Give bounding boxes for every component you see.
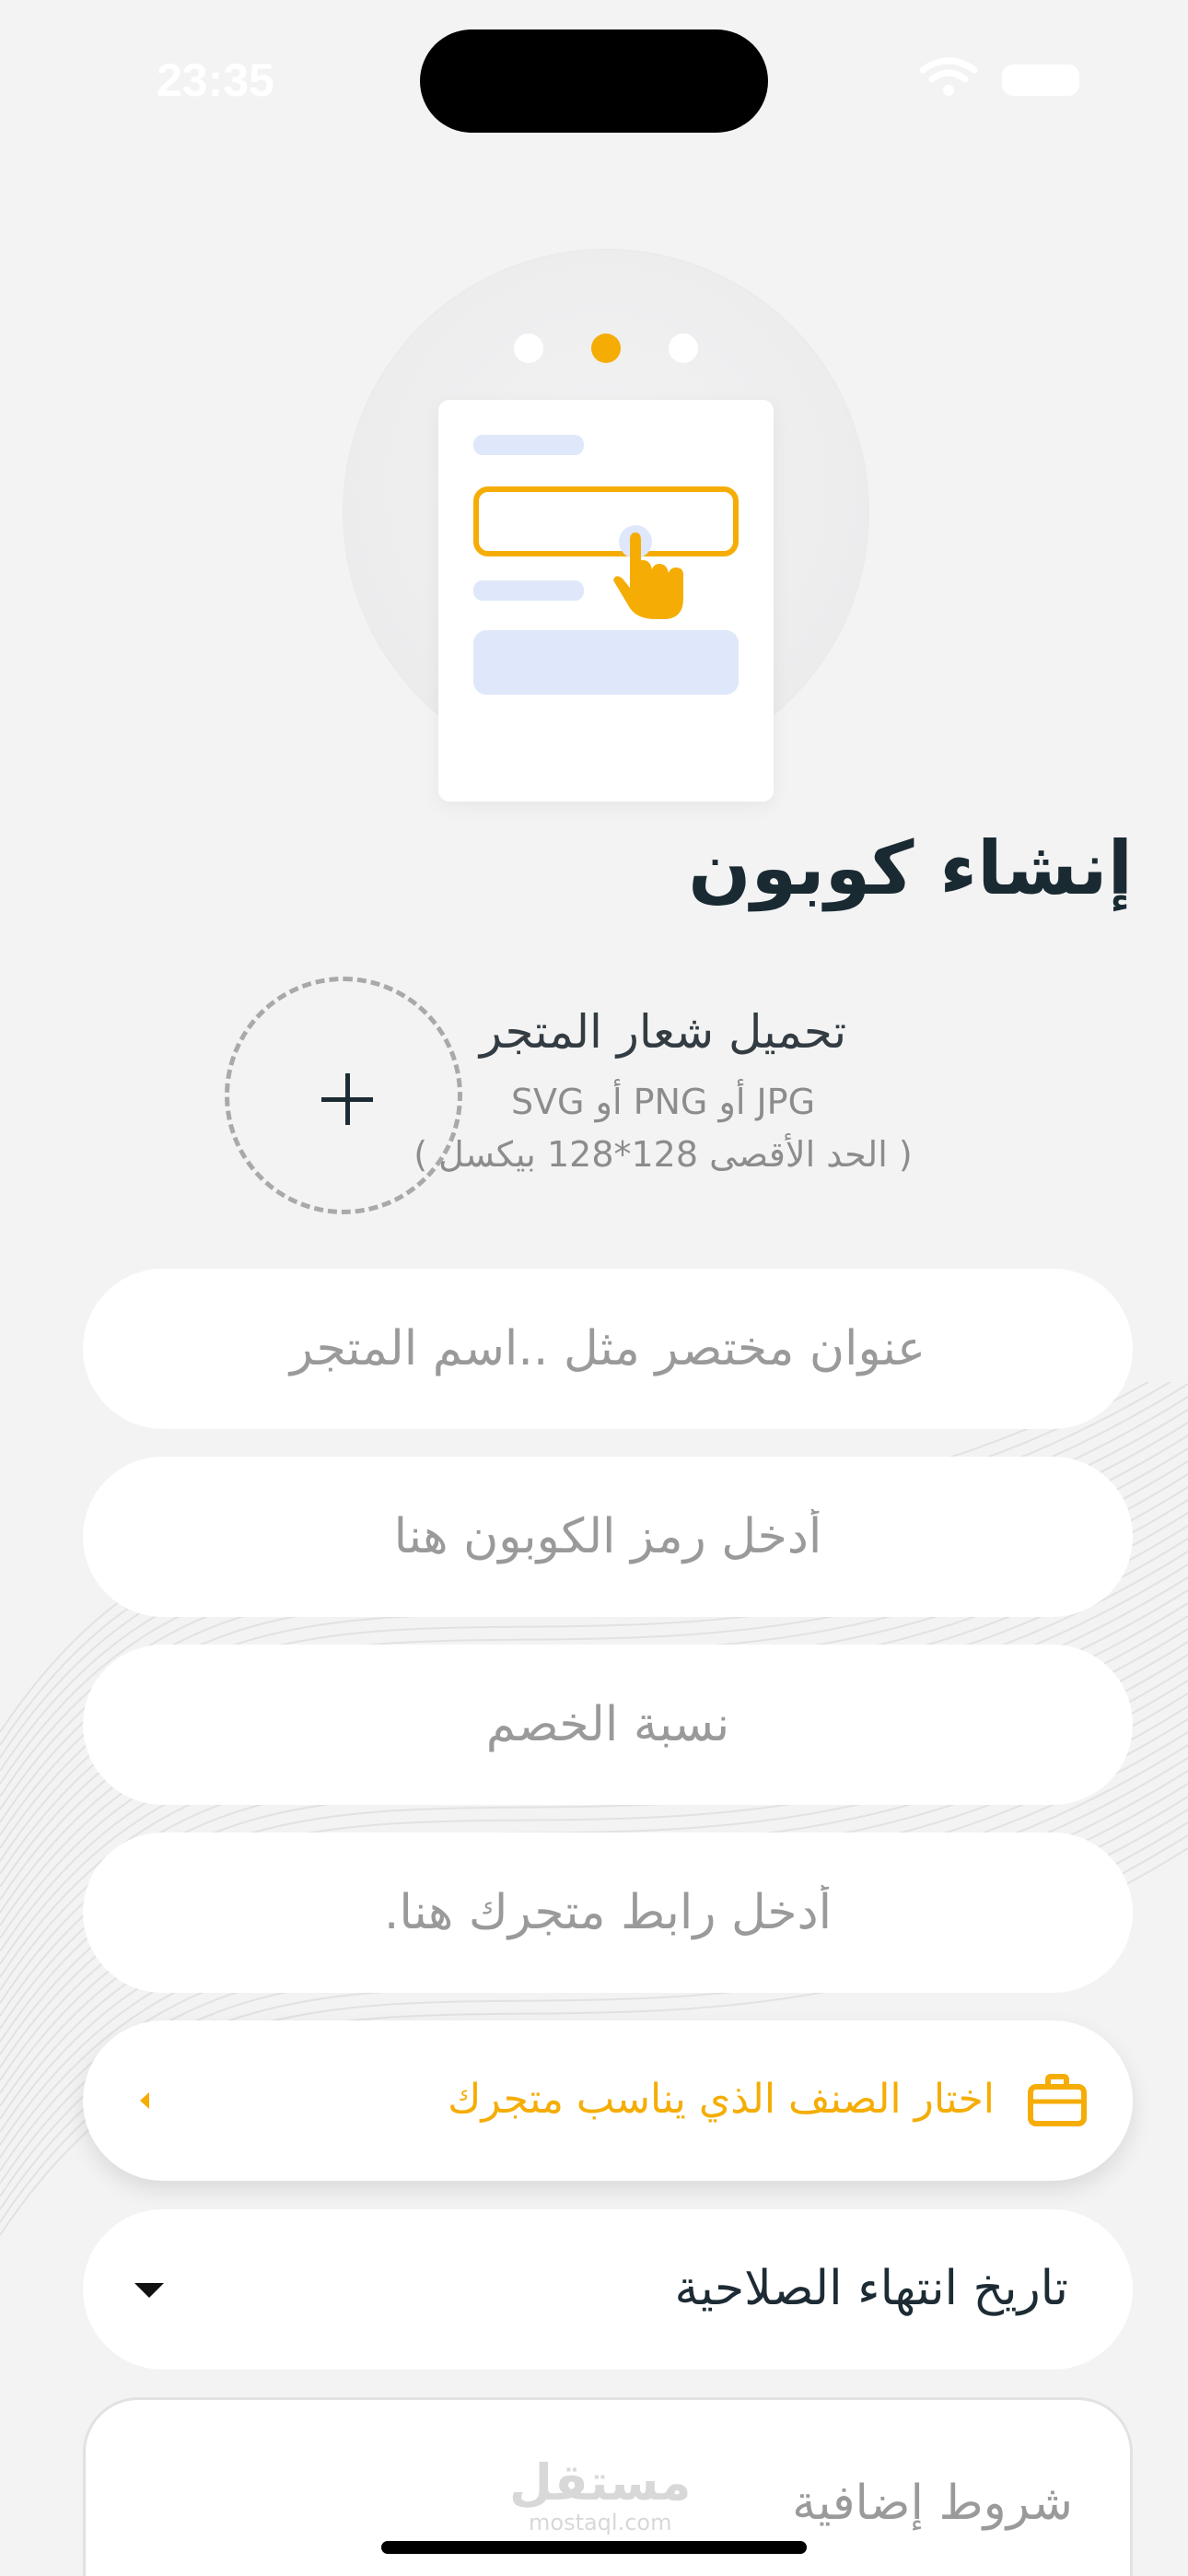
logo-upload-formats: SVG أو PNG أو JPG (510, 1082, 816, 1122)
discount-field-container (83, 1645, 1133, 1805)
logo-upload-title: تحميل شعار المتجر (479, 1005, 847, 1059)
category-select-label: اختار الصنف الذي يناسب متجرك (448, 2076, 995, 2123)
home-indicator[interactable] (381, 2541, 807, 2554)
logo-upload-size: ( الحد الأقصى 128*128 بيكسل ) (413, 1134, 913, 1175)
expiry-date-label: تاريخ انتهاء الصلاحية (674, 2261, 1068, 2316)
illustration-line (473, 580, 584, 601)
battery-icon (1002, 64, 1079, 96)
briefcase-icon (1028, 2074, 1087, 2126)
step-dot (514, 334, 543, 363)
step-dot (669, 334, 698, 363)
logo-upload-info: تحميل شعار المتجر SVG أو PNG أو JPG ( ال… (405, 1000, 921, 1180)
terms-label: شروط إضافية (792, 2476, 1073, 2531)
store-name-field-container (83, 1269, 1133, 1429)
page-title: إنشاء كوبون (688, 825, 1133, 911)
coupon-code-input[interactable] (83, 1457, 1133, 1617)
form-illustration (438, 400, 774, 802)
expiry-date-select[interactable]: تاريخ انتهاء الصلاحية (83, 2209, 1133, 2370)
illustration-field (473, 486, 739, 556)
wifi-icon (919, 57, 978, 96)
dynamic-island (420, 29, 768, 133)
status-time: 23:35 (157, 54, 274, 106)
chevron-left-icon (140, 2092, 149, 2109)
discount-input[interactable] (83, 1645, 1133, 1805)
watermark-latin: mostaql.com (529, 2510, 672, 2535)
step-dot-active (591, 334, 621, 363)
category-select[interactable]: اختار الصنف الذي يناسب متجرك (83, 2020, 1133, 2181)
step-indicator (514, 334, 698, 363)
caret-down-icon (134, 2283, 164, 2298)
store-name-input[interactable] (83, 1269, 1133, 1429)
plus-icon (321, 1073, 373, 1125)
illustration-button (473, 630, 739, 695)
coupon-code-field-container (83, 1457, 1133, 1617)
watermark-arabic: مستقل (509, 2453, 692, 2512)
store-link-input[interactable] (83, 1832, 1133, 1993)
illustration-line (473, 435, 584, 455)
mostaql-watermark: مستقل mostaql.com (509, 2455, 692, 2535)
pointer-hand-icon (613, 525, 683, 619)
store-link-field-container (83, 1832, 1133, 1993)
